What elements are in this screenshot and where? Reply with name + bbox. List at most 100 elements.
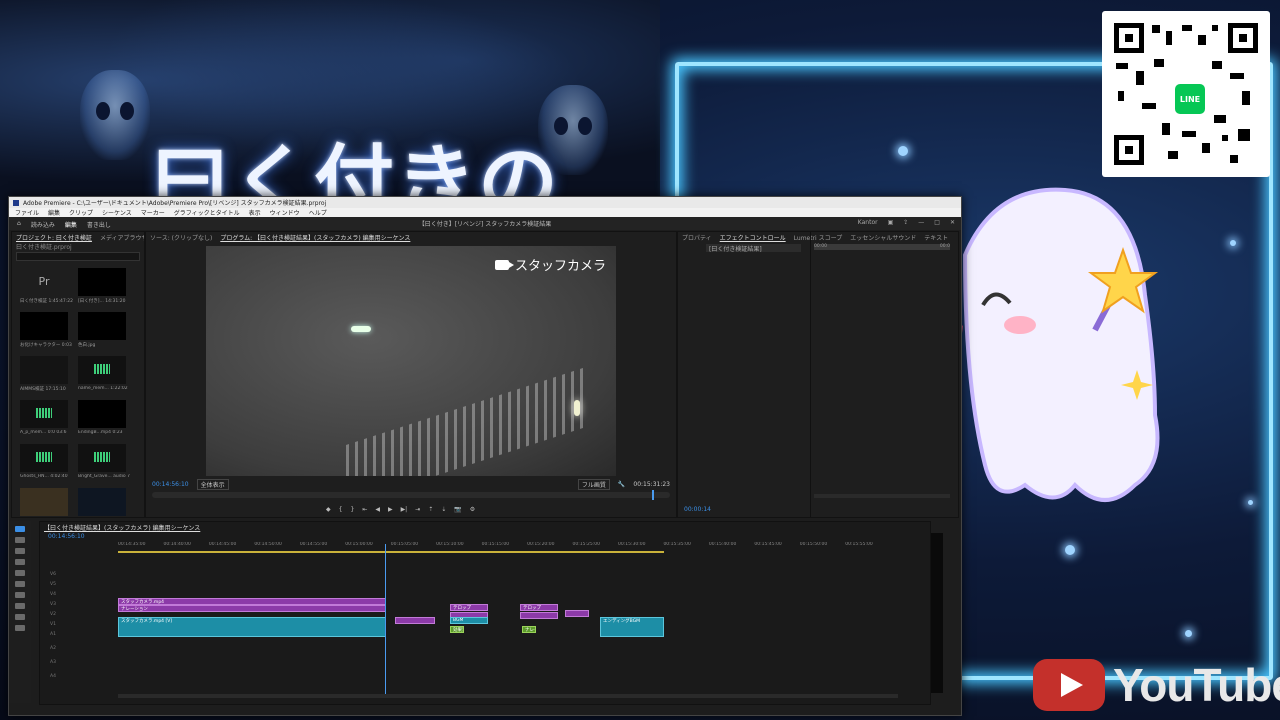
tab-properties[interactable]: プロパティ (682, 233, 712, 242)
thumbnail[interactable] (78, 268, 126, 296)
type-tool-icon[interactable] (15, 614, 25, 620)
close-icon[interactable]: ✕ (950, 219, 955, 226)
playhead-marker[interactable] (652, 490, 654, 500)
track-header[interactable]: A3 (50, 660, 110, 667)
track-select-tool-icon[interactable] (15, 537, 25, 543)
thumbnail[interactable] (20, 356, 68, 384)
goto-in-icon[interactable]: ⇤ (362, 506, 367, 513)
slip-tool-icon[interactable] (15, 570, 25, 576)
out-point-icon[interactable]: } (350, 506, 354, 513)
tab-media-browser[interactable]: メディアブラウザー (100, 233, 144, 242)
menu-graphics[interactable]: グラフィックとタイトル (174, 208, 240, 217)
settings-icon[interactable]: ⚙ (470, 506, 475, 513)
timeline-clip[interactable]: エンディングBGM (600, 617, 664, 637)
effect-scrollbar[interactable] (814, 494, 950, 498)
track-header[interactable]: V2 (50, 612, 110, 619)
menu-clip[interactable]: クリップ (69, 208, 93, 217)
wrench-icon[interactable]: 🔧 (618, 481, 625, 488)
tab-program[interactable]: プログラム: 【曰く付き検証結果】(スタッフカメラ) 編集用シーケンス (220, 233, 410, 242)
track-header[interactable]: A4 (50, 674, 110, 681)
timeline-clip[interactable] (565, 610, 589, 617)
share-icon[interactable]: ⇪ (903, 219, 908, 226)
tab-lumetri[interactable]: Lumetri スコープ (794, 233, 843, 242)
minimize-icon[interactable]: — (918, 219, 924, 226)
timeline-clip[interactable]: ナレーション (118, 605, 386, 612)
thumbnail[interactable] (78, 312, 126, 340)
menu-marker[interactable]: マーカー (141, 208, 165, 217)
zoom-tool-icon[interactable] (15, 625, 25, 631)
effect-timeline-ruler[interactable]: 00:00 00:0 (814, 244, 950, 250)
program-timecode[interactable]: 00:14:56:10 (152, 481, 189, 488)
home-icon[interactable]: ⌂ (17, 220, 21, 229)
tab-source[interactable]: ソース: (クリップなし) (150, 233, 212, 242)
tab-project[interactable]: プロジェクト: 曰く付き検証 (16, 233, 92, 242)
timeline-clip[interactable]: スタッフカメラ.mp4 (118, 598, 386, 605)
timeline-playhead[interactable] (385, 544, 386, 694)
audio-thumbnail[interactable] (20, 444, 68, 472)
pen-tool-icon[interactable] (15, 581, 25, 587)
menu-file[interactable]: ファイル (15, 208, 39, 217)
razor-tool-icon[interactable] (15, 559, 25, 565)
track-header[interactable]: V5 (50, 582, 110, 589)
track-header[interactable]: V6 (50, 572, 110, 579)
hand-tool-icon[interactable] (15, 603, 25, 609)
play-icon[interactable]: ▶ (388, 506, 393, 513)
tab-text[interactable]: テキスト (924, 233, 948, 242)
export-frame-icon[interactable]: 📷 (454, 506, 461, 513)
timeline-clip[interactable] (395, 617, 435, 624)
work-area-bar[interactable] (118, 551, 664, 553)
selection-tool-icon[interactable] (15, 526, 25, 532)
timeline-timecode[interactable]: 00:14:56:10 (48, 533, 85, 540)
tab-sequence[interactable]: 【曰く付き検証結果】(スタッフカメラ) 編集用シーケンス (44, 523, 200, 532)
track-header[interactable]: A1 (50, 632, 110, 639)
menu-edit[interactable]: 編集 (48, 208, 60, 217)
workspace-icon[interactable]: ▣ (888, 219, 894, 226)
menu-sequence[interactable]: シーケンス (102, 208, 132, 217)
track-header[interactable]: V4 (50, 592, 110, 599)
zoom-dropdown[interactable]: 全体表示 (196, 478, 229, 490)
timeline-clip[interactable]: テロップ (520, 604, 558, 611)
timeline-clip[interactable]: BGM (450, 617, 488, 624)
ripple-edit-tool-icon[interactable] (15, 548, 25, 554)
menu-help[interactable]: ヘルプ (309, 208, 327, 217)
goto-out-icon[interactable]: ⇥ (415, 506, 420, 513)
step-forward-icon[interactable]: ▶| (401, 506, 408, 513)
thumbnail[interactable] (20, 488, 68, 516)
lift-icon[interactable]: ⇡ (428, 506, 433, 513)
project-search-input[interactable] (16, 252, 140, 261)
audio-thumbnail[interactable] (78, 444, 126, 472)
tab-effect-controls[interactable]: エフェクトコントロール (720, 233, 786, 242)
marker-icon[interactable]: ◆ (326, 506, 331, 513)
quality-dropdown[interactable]: フル画質 (577, 478, 610, 490)
timeline-ruler[interactable]: 00:14:35:00 00:14:40:00 00:14:45:00 00:14:… (118, 542, 898, 550)
tab-import[interactable]: 読み込み (31, 220, 55, 229)
track-header[interactable]: V3 (50, 602, 110, 609)
timeline-clip[interactable]: テロップ (450, 604, 488, 611)
tab-export[interactable]: 書き出し (87, 220, 111, 229)
thumbnail[interactable] (78, 488, 126, 516)
timeline-scrollbar[interactable] (118, 694, 898, 698)
thumbnail[interactable] (20, 312, 68, 340)
premiere-project-icon[interactable]: Pr (20, 268, 68, 296)
rectangle-tool-icon[interactable] (15, 592, 25, 598)
program-scrubber[interactable] (152, 490, 670, 500)
maximize-icon[interactable]: □ (934, 219, 940, 226)
audio-thumbnail[interactable] (20, 400, 68, 428)
menu-window[interactable]: ウィンドウ (270, 208, 300, 217)
user-name[interactable]: Kantor (858, 219, 878, 226)
track-header[interactable]: V1 (50, 622, 110, 629)
track-header[interactable]: A2 (50, 646, 110, 653)
thumbnail[interactable] (78, 400, 126, 428)
timeline-clip[interactable]: スタッフカメラ.mp4 [V] (118, 617, 386, 637)
timeline-clip[interactable]: ナレーション (522, 626, 536, 633)
timeline-clip[interactable] (520, 612, 558, 619)
tab-essential-sound[interactable]: エッセンシャルサウンド (850, 233, 916, 242)
audio-thumbnail[interactable] (78, 356, 126, 384)
effect-clip-name[interactable]: [曰く付き検証結果] (706, 244, 801, 253)
step-back-icon[interactable]: ◀ (375, 506, 380, 513)
tab-edit[interactable]: 編集 (65, 220, 77, 229)
extract-icon[interactable]: ⇣ (441, 506, 446, 513)
program-video-frame[interactable]: スタッフカメラ (206, 246, 616, 476)
menu-view[interactable]: 表示 (249, 208, 261, 217)
timeline-clip[interactable]: 効果音 (450, 626, 464, 633)
